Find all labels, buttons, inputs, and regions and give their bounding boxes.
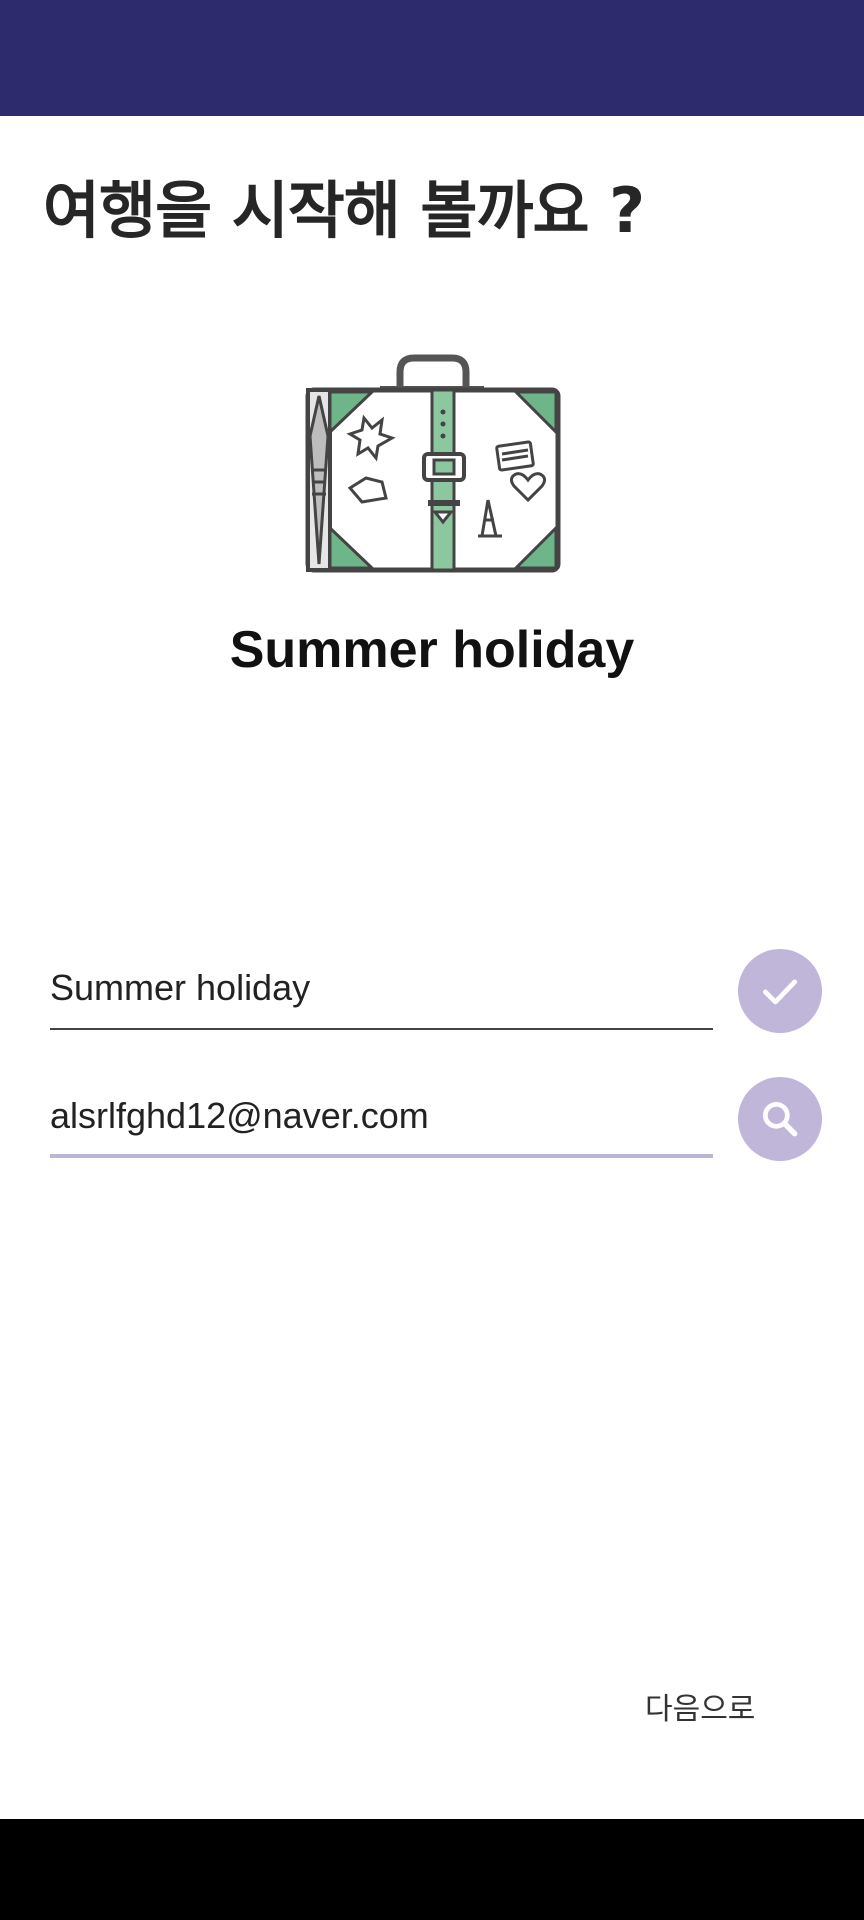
confirm-button[interactable] — [738, 949, 822, 1033]
trip-name-underline — [50, 1028, 713, 1030]
search-icon — [762, 1101, 798, 1137]
email-input[interactable] — [50, 1088, 713, 1152]
page-title: 여행을 시작해 볼까요 ? — [43, 174, 645, 247]
search-button[interactable] — [738, 1077, 822, 1161]
next-button[interactable]: 다음으로 — [645, 1684, 755, 1728]
email-underline — [50, 1154, 713, 1158]
email-field[interactable] — [50, 1088, 713, 1158]
check-icon — [762, 979, 798, 1005]
navigation-bar — [0, 1819, 864, 1920]
trip-name: Summer holiday — [229, 621, 635, 679]
status-bar — [0, 0, 864, 116]
trip-name-input[interactable] — [50, 960, 713, 1024]
suitcase-icon — [305, 354, 561, 573]
trip-name-field[interactable] — [50, 960, 713, 1030]
